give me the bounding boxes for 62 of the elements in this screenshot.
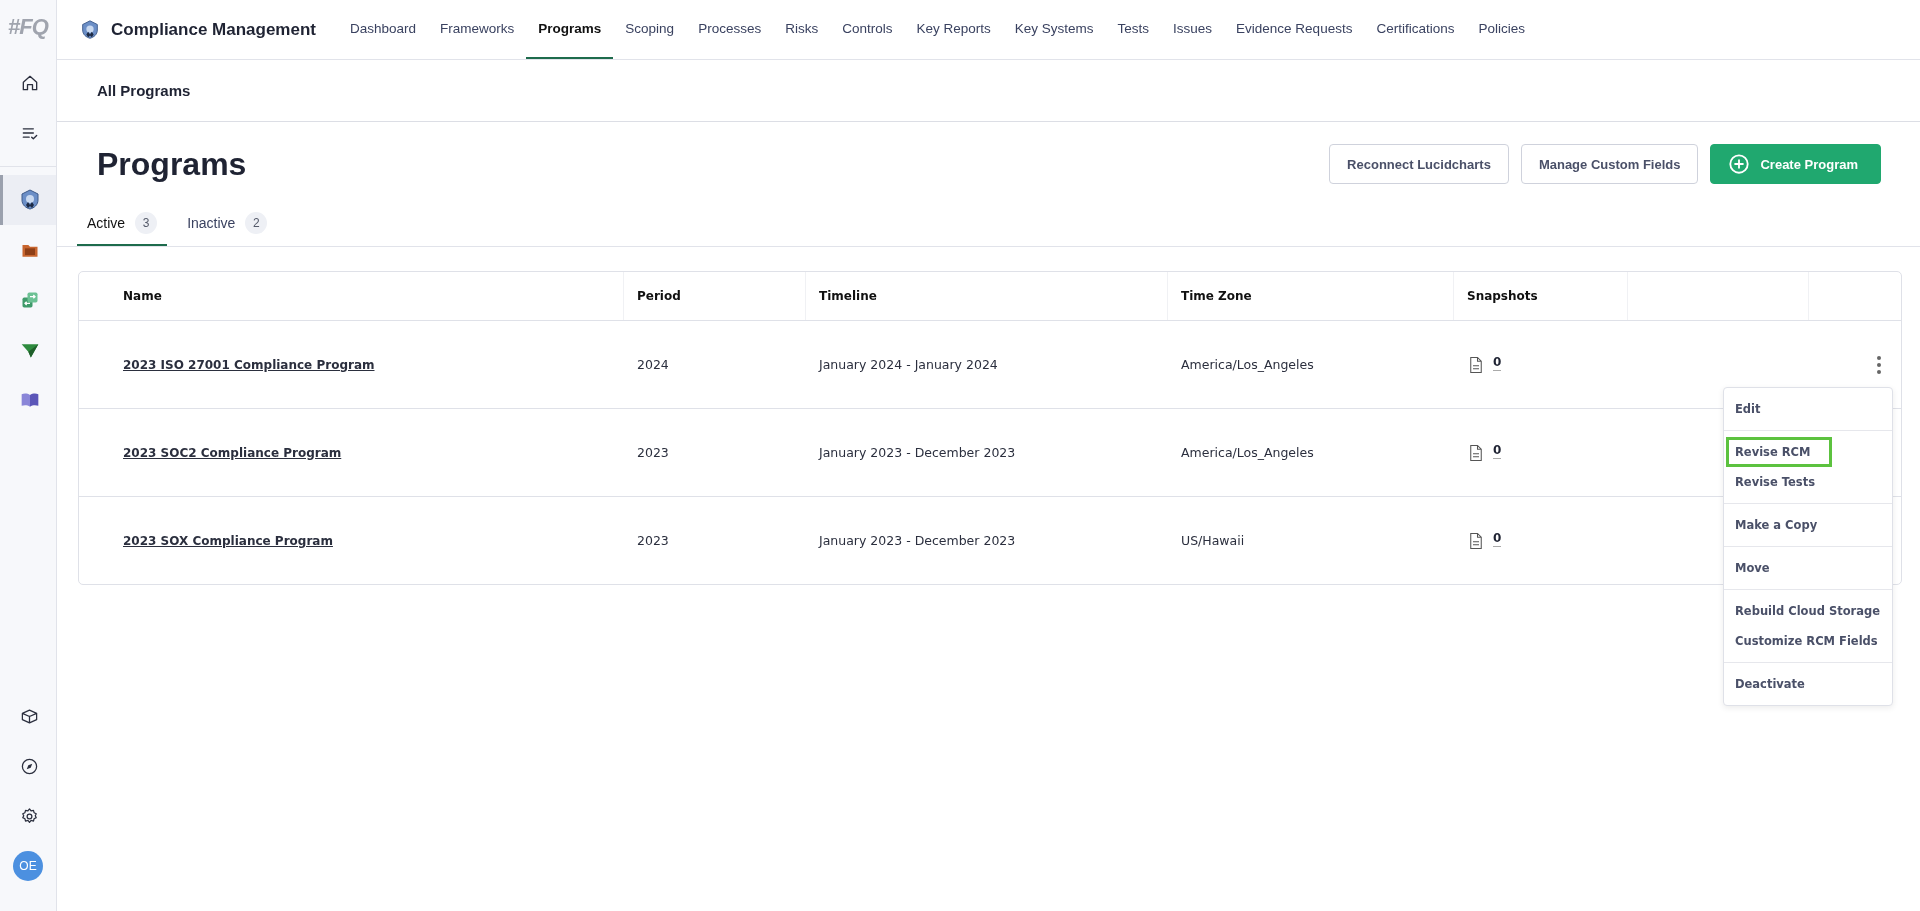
column-header: Name bbox=[79, 272, 624, 320]
tab-label: Inactive bbox=[187, 215, 236, 231]
settings-icon bbox=[20, 806, 39, 826]
table-cell-text: January 2024 - January 2024 bbox=[817, 357, 999, 372]
menu-item[interactable]: Rebuild Cloud Storage bbox=[1726, 596, 1890, 626]
nav-tab[interactable]: Policies bbox=[1466, 0, 1537, 59]
shield-badge-icon bbox=[79, 18, 101, 41]
nav-tab[interactable]: Certifications bbox=[1364, 0, 1467, 59]
program-link[interactable]: 2023 SOX Compliance Program bbox=[79, 533, 624, 548]
column-header: Timeline bbox=[806, 272, 1168, 320]
sidebar-item[interactable] bbox=[0, 175, 56, 225]
menu-item[interactable]: Revise Tests bbox=[1726, 467, 1890, 497]
nav-tab[interactable]: Key Systems bbox=[1002, 0, 1106, 59]
nav-tab[interactable]: Evidence Requests bbox=[1224, 0, 1365, 59]
snapshot-count[interactable]: 0 bbox=[1493, 354, 1502, 371]
menu-item[interactable]: Edit bbox=[1726, 394, 1890, 424]
tab[interactable]: Inactive 2 bbox=[177, 212, 278, 246]
table-cell-text: US/Hawaii bbox=[1180, 533, 1246, 548]
nav-tab[interactable]: Tests bbox=[1105, 0, 1162, 59]
table-cell-text: America/Los_Angeles bbox=[1180, 445, 1315, 460]
document-icon bbox=[1467, 443, 1485, 462]
column-header: Snapshots bbox=[1454, 272, 1628, 320]
table-cell-text: America/Los_Angeles bbox=[1180, 357, 1315, 372]
nav-tab[interactable]: Key Reports bbox=[904, 0, 1003, 59]
nav-tab[interactable]: Risks bbox=[773, 0, 831, 59]
count-badge: 3 bbox=[135, 212, 158, 234]
count-badge: 2 bbox=[245, 212, 268, 234]
tab[interactable]: Active 3 bbox=[77, 212, 168, 246]
table-cell-text: January 2023 - December 2023 bbox=[817, 445, 1017, 460]
compass-icon bbox=[20, 756, 39, 776]
snapshot-count[interactable]: 0 bbox=[1493, 530, 1502, 547]
table-cell-text: January 2023 - December 2023 bbox=[817, 533, 1017, 548]
breadcrumb: All Programs bbox=[97, 82, 191, 99]
plus-circle-icon bbox=[1728, 153, 1751, 175]
column-header: Time Zone bbox=[1168, 272, 1454, 320]
nav-tab[interactable]: Frameworks bbox=[428, 0, 527, 59]
document-icon bbox=[1467, 531, 1485, 550]
menu-item[interactable]: Revise RCM bbox=[1726, 437, 1832, 467]
menu-item[interactable]: Make a Copy bbox=[1726, 510, 1890, 540]
snapshot-count[interactable]: 0 bbox=[1493, 442, 1502, 459]
nav-tab[interactable]: Controls bbox=[830, 0, 905, 59]
app-title: Compliance Management bbox=[111, 19, 316, 40]
tab-label: Active bbox=[87, 215, 126, 231]
table-cell-text: 2023 bbox=[636, 533, 670, 548]
document-icon bbox=[1467, 355, 1485, 374]
toolbar-button[interactable]: Reconnect Lucidcharts bbox=[1329, 144, 1509, 184]
kebab-menu-icon[interactable] bbox=[1877, 355, 1881, 374]
menu-item[interactable]: Move bbox=[1726, 553, 1890, 583]
nav-tab[interactable]: Processes bbox=[686, 0, 774, 59]
column-header: Period bbox=[624, 272, 806, 320]
page-title: Programs bbox=[97, 145, 247, 183]
program-link[interactable]: 2023 SOC2 Compliance Program bbox=[79, 445, 624, 460]
menu-item[interactable]: Customize RCM Fields bbox=[1726, 626, 1890, 656]
toolbar-button[interactable]: Manage Custom Fields bbox=[1520, 144, 1699, 184]
nav-tab[interactable]: Scoping bbox=[613, 0, 687, 59]
nav-tab[interactable]: Dashboard bbox=[338, 0, 429, 59]
nav-tab[interactable]: Programs bbox=[526, 0, 614, 59]
table-cell-text: 2023 bbox=[636, 445, 670, 460]
table-cell-text: 2024 bbox=[636, 357, 670, 372]
nav-tab[interactable]: Issues bbox=[1161, 0, 1225, 59]
program-link[interactable]: 2023 ISO 27001 Compliance Program bbox=[79, 357, 624, 372]
menu-item[interactable]: Deactivate bbox=[1726, 669, 1890, 699]
